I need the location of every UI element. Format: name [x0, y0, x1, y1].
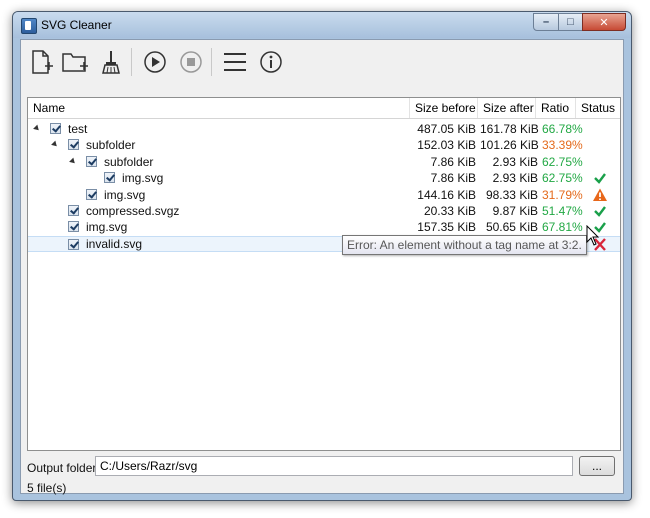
- row-checkbox[interactable]: [68, 221, 79, 233]
- add-file-icon: [32, 50, 53, 74]
- row-size-after: 2.93 KiB: [492, 171, 538, 186]
- row-ratio: 67.81%: [542, 220, 583, 235]
- tree-row[interactable]: subfolder 152.03 KiB 101.26 KiB 33.39%: [28, 137, 620, 153]
- app-icon: [21, 18, 37, 34]
- app-window: SVG Cleaner – □ ✕ Name Size before Size …: [12, 11, 632, 501]
- output-folder-label: Output folder:: [27, 461, 100, 475]
- row-size-before: 144.16 KiB: [417, 187, 476, 202]
- menu-icon: [224, 53, 246, 71]
- maximize-button[interactable]: □: [558, 13, 583, 31]
- row-name: invalid.svg: [86, 236, 143, 251]
- row-checkbox[interactable]: [68, 238, 79, 250]
- row-size-before: 487.05 KiB: [417, 122, 476, 136]
- tree-row[interactable]: subfolder 7.86 KiB 2.93 KiB 62.75%: [28, 154, 620, 170]
- column-header-size-before[interactable]: Size before: [410, 98, 478, 118]
- row-size-after: 2.93 KiB: [492, 154, 538, 169]
- row-ratio: 31.79%: [542, 187, 583, 202]
- tree-row[interactable]: img.svg 7.86 KiB 2.93 KiB 62.75%: [28, 170, 620, 186]
- row-size-before: 152.03 KiB: [417, 138, 476, 153]
- broom-icon: [102, 51, 120, 74]
- title-bar[interactable]: SVG Cleaner – □ ✕: [13, 12, 631, 38]
- row-name: subfolder: [86, 138, 136, 153]
- row-size-before: 20.33 KiB: [423, 204, 476, 218]
- main-panel: Name Size before Size after Ratio Status…: [20, 39, 624, 495]
- row-size-after: 98.33 KiB: [485, 187, 538, 202]
- output-folder-input[interactable]: [95, 456, 573, 476]
- row-name: subfolder: [104, 154, 154, 169]
- column-header-ratio[interactable]: Ratio: [536, 98, 576, 118]
- toolbar-separator: [131, 48, 132, 76]
- row-checkbox[interactable]: [68, 139, 79, 151]
- expander-arrow-icon[interactable]: [33, 124, 41, 133]
- row-size-before: 7.86 KiB: [430, 154, 476, 169]
- row-name: img.svg: [86, 220, 128, 235]
- row-ratio: 62.75%: [542, 154, 583, 169]
- row-size-before: 157.35 KiB: [417, 220, 476, 235]
- column-header-status[interactable]: Status: [576, 98, 620, 118]
- row-ratio: 51.47%: [542, 204, 583, 218]
- tree-header: Name Size before Size after Ratio Status: [28, 98, 620, 119]
- tree-row[interactable]: img.svg 144.16 KiB 98.33 KiB 31.79%: [28, 187, 620, 203]
- column-header-name[interactable]: Name: [28, 98, 410, 118]
- minimize-button[interactable]: –: [533, 13, 559, 31]
- toolbar: [21, 40, 623, 84]
- warning-icon: [593, 188, 607, 201]
- row-size-after: 101.26 KiB: [480, 138, 539, 153]
- row-checkbox[interactable]: [50, 123, 61, 134]
- row-size-after: 161.78 KiB: [480, 122, 539, 136]
- add-folder-button[interactable]: [61, 48, 89, 76]
- add-folder-icon: [62, 53, 88, 72]
- toolbar-separator: [211, 48, 212, 76]
- output-bar: Output folder: ...: [27, 456, 617, 480]
- column-header-size-after[interactable]: Size after: [478, 98, 536, 118]
- settings-button[interactable]: [221, 48, 249, 76]
- row-name: img.svg: [104, 187, 146, 202]
- close-button[interactable]: ✕: [582, 13, 626, 31]
- start-button[interactable]: [141, 48, 169, 76]
- stop-icon: [180, 51, 202, 73]
- row-size-after: 9.87 KiB: [492, 204, 538, 218]
- row-ratio: 66.78%: [542, 122, 583, 136]
- stop-button[interactable]: [177, 48, 205, 76]
- row-checkbox[interactable]: [86, 188, 97, 200]
- row-name: compressed.svgz: [86, 204, 180, 218]
- add-files-button[interactable]: [27, 48, 55, 76]
- mouse-cursor-icon: [586, 225, 600, 246]
- clear-list-button[interactable]: [97, 48, 125, 76]
- checkmark-icon: [594, 206, 606, 217]
- checkmark-icon: [594, 173, 606, 185]
- tree-row[interactable]: img.svg 157.35 KiB 50.65 KiB 67.81%: [28, 219, 620, 235]
- row-checkbox[interactable]: [68, 205, 79, 216]
- tree-row[interactable]: compressed.svgz 20.33 KiB 9.87 KiB 51.47%: [28, 203, 620, 219]
- row-size-after: 50.65 KiB: [485, 220, 538, 235]
- row-checkbox[interactable]: [86, 155, 97, 167]
- row-size-before: 7.86 KiB: [430, 171, 476, 186]
- row-checkbox[interactable]: [104, 172, 115, 184]
- error-tooltip: Error: An element without a tag name at …: [342, 235, 587, 255]
- row-name: img.svg: [122, 171, 164, 186]
- tree-row[interactable]: test 487.05 KiB 161.78 KiB 66.78%: [28, 121, 620, 137]
- expander-arrow-icon[interactable]: [51, 141, 59, 149]
- about-button[interactable]: [257, 48, 285, 76]
- browse-button[interactable]: ...: [579, 456, 615, 476]
- info-icon: [260, 51, 282, 73]
- row-name: test: [68, 122, 88, 136]
- file-tree[interactable]: Name Size before Size after Ratio Status…: [27, 97, 621, 451]
- expander-arrow-icon[interactable]: [69, 157, 77, 166]
- status-bar-text: 5 file(s): [27, 481, 67, 495]
- play-icon: [144, 51, 166, 73]
- row-ratio: 33.39%: [542, 138, 583, 153]
- row-ratio: 62.75%: [542, 171, 583, 186]
- window-title: SVG Cleaner: [41, 18, 112, 32]
